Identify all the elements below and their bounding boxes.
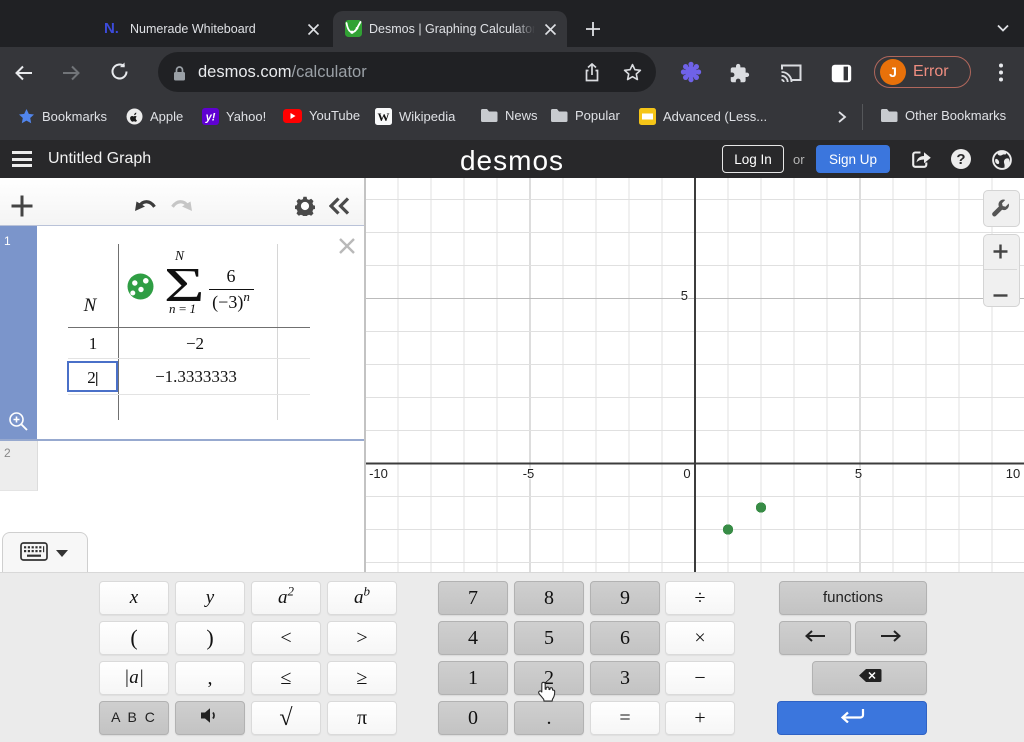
svg-text:y!: y! xyxy=(205,112,216,124)
svg-text:W: W xyxy=(378,110,390,124)
